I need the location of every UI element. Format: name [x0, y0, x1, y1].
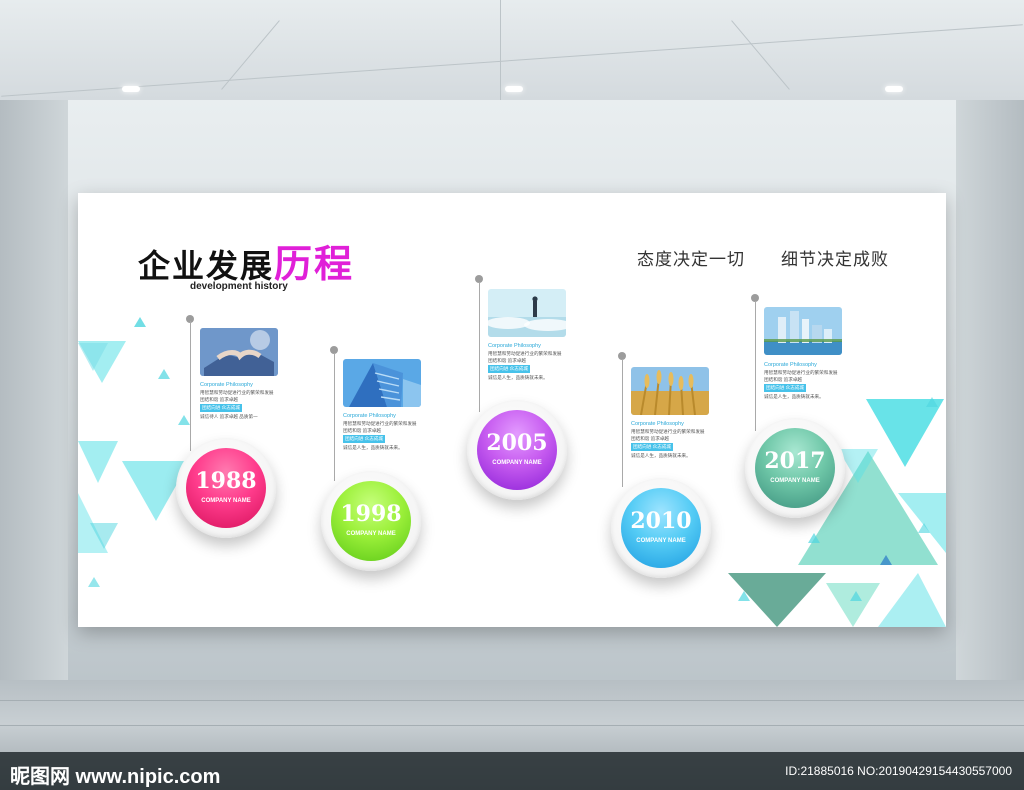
timeline-stem: [622, 359, 623, 487]
milestone-company: COMPANY NAME: [201, 498, 251, 504]
milestone-year: 2005: [486, 430, 548, 456]
card-text: 诚信是人生，品质铸就未来。: [764, 394, 824, 399]
photo-man-clouds: [488, 289, 566, 337]
photo-building: [343, 359, 421, 407]
milestone-year: 1998: [340, 501, 402, 527]
ceiling-light: [885, 86, 903, 92]
card-text: 用智慧和劳动促进行业的繁荣和发展: [764, 370, 838, 375]
card-text: 团结和谐 追求卓越: [631, 436, 670, 441]
ceiling-line: [731, 20, 790, 90]
year-disc: 1988 COMPANY NAME: [186, 448, 266, 528]
milestone-1998: 1998 COMPANY NAME: [321, 471, 421, 571]
left-pillar: [0, 100, 68, 700]
ceiling: [0, 0, 1024, 100]
ceiling-line: [221, 20, 280, 90]
milestone-2005: 2005 COMPANY NAME: [467, 400, 567, 500]
card-tag: 团结向进 众志成城: [764, 384, 807, 392]
page-title: 企业发展历程: [138, 233, 355, 286]
milestone-company: COMPANY NAME: [492, 460, 542, 466]
milestone-year: 2017: [764, 448, 826, 474]
ceiling-light: [122, 86, 140, 92]
year-disc: 1998 COMPANY NAME: [331, 481, 411, 561]
ceiling-line: [500, 0, 501, 100]
card-text: 用智慧和劳动促进行业的繁荣和发展: [488, 351, 562, 356]
card-text: 用智慧和劳动促进行业的繁荣和发展: [343, 421, 417, 426]
card-text: 诚信是人生，品质铸就未来。: [631, 453, 691, 458]
floor-line: [0, 700, 1024, 701]
slogan-2: 细节决定成败: [781, 250, 889, 269]
card-text: 团结和谐 追求卓越: [764, 377, 803, 382]
card-text: 诚信是人生，品质铸就未来。: [488, 375, 548, 380]
milestone-year: 1988: [195, 468, 257, 494]
card-heading: Corporate Philosophy: [343, 413, 396, 419]
card-text: 团结和谐 追求卓越: [488, 358, 527, 363]
photo-handshake: [200, 328, 278, 376]
title-main: 企业发展: [138, 248, 275, 284]
card-tag: 团结向进 众志成城: [488, 365, 531, 373]
title-accent: 历程: [274, 244, 355, 286]
card-text: 团结和谐 追求卓越: [200, 397, 239, 402]
photo-skyline: [764, 307, 842, 355]
year-disc: 2017 COMPANY NAME: [755, 428, 835, 508]
card-tag: 团结向进 众志成城: [631, 443, 674, 451]
card-text: 团结和谐 追求卓越: [343, 428, 382, 433]
year-disc: 2005 COMPANY NAME: [477, 410, 557, 490]
page-subtitle: development history: [190, 281, 288, 292]
timeline-stem: [479, 282, 480, 412]
card-heading: Corporate Philosophy: [764, 362, 817, 368]
card-tag: 团结向进 众志成城: [343, 435, 386, 443]
milestone-1988: 1988 COMPANY NAME: [176, 438, 276, 538]
card-text: 用智慧和劳动促进行业的繁荣和发展: [631, 429, 705, 434]
timeline-board: 企业发展历程 development history 态度决定一切 细节决定成败…: [78, 193, 946, 627]
year-disc: 2010 COMPANY NAME: [621, 488, 701, 568]
watermark-id: ID:21885016 NO:20190429154430557000: [785, 764, 1012, 778]
milestone-company: COMPANY NAME: [346, 531, 396, 537]
card-heading: Corporate Philosophy: [200, 382, 253, 388]
milestone-2017: 2017 COMPANY NAME: [745, 418, 845, 518]
slogan-1: 态度决定一切: [637, 250, 745, 269]
ceiling-light: [505, 86, 523, 92]
photo-wheat: [631, 367, 709, 415]
milestone-year: 2010: [630, 508, 692, 534]
card-text: 用智慧和劳动促进行业的繁荣和发展: [200, 390, 274, 395]
card-text: 诚信是人生，品质铸就未来。: [343, 445, 403, 450]
watermark-site: 昵图网 www.nipic.com: [10, 766, 221, 788]
card-tag: 团结向进 众志成城: [200, 404, 243, 412]
right-pillar: [956, 100, 1024, 700]
card-heading: Corporate Philosophy: [631, 421, 684, 427]
card-text: 诚信待人 追求卓越 品质第一: [200, 414, 258, 419]
card-heading: Corporate Philosophy: [488, 343, 541, 349]
timeline-stem: [190, 321, 191, 451]
milestone-2010: 2010 COMPANY NAME: [611, 478, 711, 578]
floor-line: [0, 725, 1024, 726]
milestone-company: COMPANY NAME: [770, 478, 820, 484]
timeline-stem: [334, 353, 335, 481]
milestone-company: COMPANY NAME: [636, 538, 686, 544]
timeline-stem: [755, 301, 756, 431]
